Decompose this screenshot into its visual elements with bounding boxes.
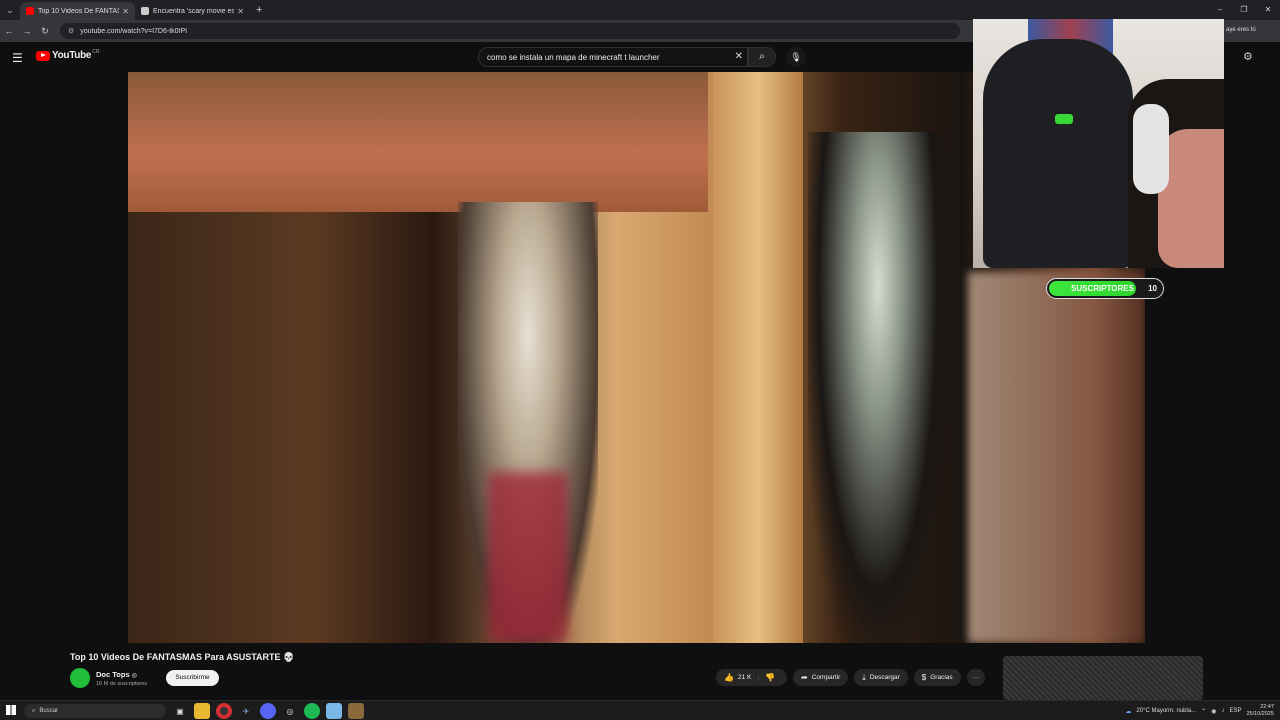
youtube-favicon-icon bbox=[26, 7, 34, 15]
taskbar-apps: ▣ ✈ ◎ bbox=[172, 703, 364, 719]
tab-search-icon[interactable]: ⌄ bbox=[0, 0, 20, 20]
wifi-icon[interactable]: ◉ bbox=[1211, 708, 1216, 715]
volume-icon[interactable]: ♪ bbox=[1221, 708, 1224, 714]
voice-search-button[interactable]: 🎙 bbox=[786, 47, 806, 67]
thumbs-up-icon: 👍 bbox=[724, 673, 734, 682]
country-code: CR bbox=[92, 48, 100, 55]
taskbar-search-text: Buscar bbox=[39, 708, 59, 714]
clock-date: 25/10/2025 bbox=[1246, 711, 1274, 717]
search-icon: ⌕ bbox=[32, 707, 36, 714]
channel-avatar[interactable] bbox=[70, 668, 90, 688]
search-button[interactable]: ⌕ bbox=[748, 47, 776, 67]
minecraft-icon[interactable] bbox=[348, 703, 364, 719]
gaming-chair bbox=[983, 39, 1133, 268]
more-icon: ··· bbox=[972, 674, 980, 681]
video-frame-red-cloth bbox=[488, 472, 568, 643]
minimize-icon[interactable]: – bbox=[1208, 0, 1232, 20]
webcam-overlay bbox=[973, 19, 1224, 268]
steam-icon[interactable]: ✈ bbox=[238, 703, 254, 719]
ad-thumbnail[interactable] bbox=[1003, 656, 1203, 700]
back-icon[interactable]: ← bbox=[0, 26, 18, 36]
new-tab-button[interactable]: + bbox=[256, 4, 262, 16]
header-right-text: aye eres tú bbox=[1226, 27, 1256, 33]
video-info: Top 10 Videos De FANTASMAS Para ASUSTART… bbox=[0, 643, 1280, 700]
video-frame-coat bbox=[808, 132, 948, 643]
channel-name-text: Doc Tops bbox=[96, 670, 130, 679]
subscriber-count: 16 M de suscriptores bbox=[96, 681, 148, 687]
headphones-icon bbox=[1133, 104, 1169, 194]
url-text: youtube.com/watch?v=I7D6-tk0IPI bbox=[80, 27, 188, 35]
weather-icon[interactable]: ☁ bbox=[1125, 708, 1131, 715]
search-input[interactable]: como se instala un mapa de minecraft t l… bbox=[478, 47, 748, 67]
microphone-icon: 🎙 bbox=[790, 52, 802, 62]
spotify-icon[interactable] bbox=[304, 703, 320, 719]
maximize-icon[interactable]: ❐ bbox=[1232, 0, 1256, 20]
share-label: Compartir bbox=[811, 674, 841, 681]
menu-icon[interactable]: ☰ bbox=[12, 51, 23, 65]
chrome-icon[interactable] bbox=[216, 703, 232, 719]
discord-icon[interactable] bbox=[260, 703, 276, 719]
file-explorer-icon[interactable] bbox=[194, 703, 210, 719]
video-frame-beam bbox=[128, 72, 708, 212]
logo-text: YouTube bbox=[52, 50, 92, 61]
channel-name[interactable]: Doc Tops ◎ bbox=[96, 670, 137, 679]
tab-title: Encuentra 'scary movie escon bbox=[153, 7, 235, 15]
browser-tab-bar: ⌄ Top 10 Videos De FANTASMAS ✕ Encuentra… bbox=[0, 0, 1280, 20]
task-view-icon[interactable]: ▣ bbox=[172, 703, 188, 719]
tray-chevron-icon[interactable]: ⌃ bbox=[1201, 708, 1206, 715]
site-info-icon[interactable]: ⚙ bbox=[68, 27, 74, 35]
windows-taskbar: ⌕ Buscar ▣ ✈ ◎ ☁ 20°C Mayorm. nubla... ⌃… bbox=[0, 700, 1280, 720]
close-tab-icon[interactable]: ✕ bbox=[237, 7, 244, 16]
subscriber-goal-label: SUSCRIPTORES bbox=[1071, 284, 1134, 293]
page-favicon-icon bbox=[141, 7, 149, 15]
close-tab-icon[interactable]: ✕ bbox=[122, 7, 129, 16]
video-actions: 👍 21 K | 👎 ➦ Compartir ⤓ Descargar $ Gra… bbox=[716, 669, 986, 686]
more-actions-button[interactable]: ··· bbox=[966, 669, 986, 686]
reload-icon[interactable]: ↻ bbox=[36, 26, 54, 37]
thanks-label: Gracias bbox=[930, 674, 953, 681]
weather-text: 20°C Mayorm. nubla... bbox=[1136, 708, 1197, 714]
youtube-play-icon bbox=[36, 50, 50, 61]
chair-logo bbox=[1055, 114, 1073, 124]
subscriber-goal-count: 10 bbox=[1148, 284, 1157, 293]
video-frame-right bbox=[968, 272, 1145, 643]
download-button[interactable]: ⤓ Descargar bbox=[854, 669, 908, 686]
clock[interactable]: 22:47 25/10/2025 bbox=[1246, 704, 1274, 718]
language-indicator[interactable]: ESP bbox=[1229, 708, 1241, 714]
youtube-logo[interactable]: YouTube CR bbox=[36, 48, 100, 61]
search-query: como se instala un mapa de minecraft t l… bbox=[487, 52, 660, 62]
like-count: 21 K bbox=[737, 674, 752, 681]
window-controls: – ❐ ✕ bbox=[1208, 0, 1280, 20]
verified-icon: ◎ bbox=[131, 673, 137, 679]
url-field[interactable]: ⚙ youtube.com/watch?v=I7D6-tk0IPI bbox=[60, 23, 960, 39]
video-title: Top 10 Videos De FANTASMAS Para ASUSTART… bbox=[70, 652, 295, 662]
subscriber-goal-widget: SUSCRIPTORES 10 bbox=[1046, 278, 1164, 299]
search-icon: ⌕ bbox=[759, 51, 765, 62]
clock-time: 22:47 bbox=[1260, 704, 1274, 710]
share-button[interactable]: ➦ Compartir bbox=[793, 669, 849, 686]
thanks-button[interactable]: $ Gracias bbox=[913, 669, 961, 686]
thumbs-down-icon[interactable]: 👎 bbox=[765, 673, 775, 682]
clear-search-icon[interactable]: ✕ bbox=[735, 51, 743, 62]
tab-youtube[interactable]: Top 10 Videos De FANTASMAS ✕ bbox=[20, 2, 135, 20]
tab-search[interactable]: Encuentra 'scary movie escon ✕ bbox=[135, 2, 250, 20]
system-tray: ☁ 20°C Mayorm. nubla... ⌃ ◉ ♪ ESP 22:47 … bbox=[1125, 704, 1274, 718]
video-frame-door bbox=[713, 72, 803, 643]
taskbar-search[interactable]: ⌕ Buscar bbox=[24, 704, 166, 718]
obs-icon[interactable]: ◎ bbox=[282, 703, 298, 719]
settings-icon[interactable]: ⚙ bbox=[1243, 50, 1253, 63]
like-button[interactable]: 👍 21 K | 👎 bbox=[716, 669, 788, 686]
forward-icon[interactable]: → bbox=[18, 26, 36, 36]
subscribe-button[interactable]: Suscribirme bbox=[166, 670, 219, 686]
thanks-icon: $ bbox=[921, 673, 927, 682]
app-icon[interactable] bbox=[326, 703, 342, 719]
download-icon: ⤓ bbox=[862, 672, 866, 682]
share-icon: ➦ bbox=[801, 673, 808, 682]
download-label: Descargar bbox=[869, 674, 900, 681]
start-icon[interactable] bbox=[6, 705, 16, 715]
tab-title: Top 10 Videos De FANTASMAS bbox=[38, 7, 119, 15]
close-window-icon[interactable]: ✕ bbox=[1256, 0, 1280, 20]
divider: | bbox=[757, 674, 760, 681]
